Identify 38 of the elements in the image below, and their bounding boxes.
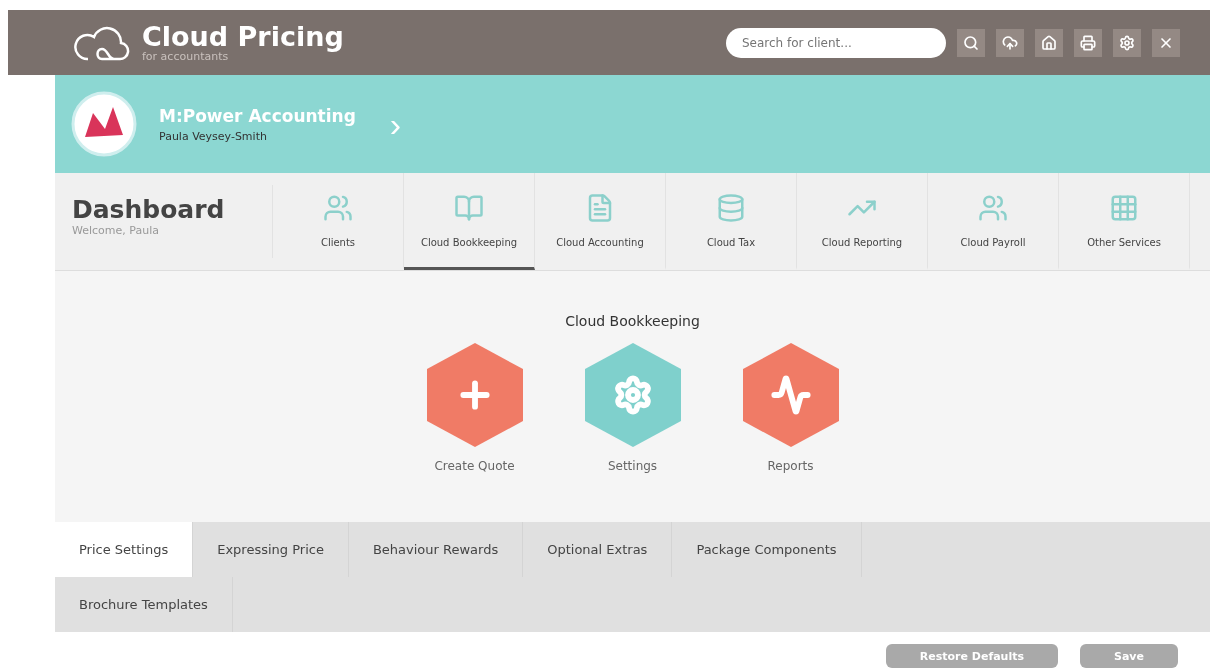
dashboard-title: Dashboard [72,195,226,224]
app-title: Cloud Pricing [142,22,344,50]
tab[interactable]: Behaviour Rewards [348,522,524,577]
close-button[interactable] [1152,28,1180,57]
action-button[interactable]: Create Quote [426,343,523,473]
printer-button[interactable] [1074,28,1102,57]
database-icon [716,192,746,223]
client-contact: Paula Veysey-Smith [159,129,268,143]
printer-icon [1080,34,1096,51]
nav-item[interactable]: Other Services [1059,173,1190,270]
home-icon [1041,34,1057,51]
client-name: M:Power Accounting [159,105,356,126]
gear-icon [617,378,648,412]
action-button[interactable]: Reports [742,343,839,473]
search-field[interactable]: Search for client... [726,27,946,58]
section-title: Cloud Bookkeeping [565,313,700,329]
search-button[interactable] [957,28,985,57]
nav-item[interactable]: Cloud Reporting [797,173,928,270]
app-subtitle: for accountants [142,49,230,63]
tab[interactable]: Expressing Price [193,522,349,577]
settings-icon [1119,34,1135,51]
tab[interactable]: Optional Extras [523,522,673,577]
cloud-upload-icon [1002,34,1018,51]
nav-item[interactable]: Cloud Payroll [928,173,1059,270]
pulse-icon [773,378,808,412]
tab[interactable]: Package Components [672,522,862,577]
tab[interactable]: Price Settings [55,522,194,577]
cloud-upload-button[interactable] [996,28,1024,57]
search-icon [963,34,979,51]
nav-item[interactable]: Clients [273,173,404,270]
nav-item[interactable]: Cloud Tax [666,173,797,270]
avatar-icon [71,91,137,157]
action-button[interactable]: Settings [584,343,681,473]
nav-item[interactable]: Cloud Accounting [535,173,666,270]
home-button[interactable] [1035,28,1063,57]
plus-icon [462,383,487,407]
settings-button[interactable] [1113,28,1141,57]
welcome-text: Welcome, Paula [72,224,160,237]
